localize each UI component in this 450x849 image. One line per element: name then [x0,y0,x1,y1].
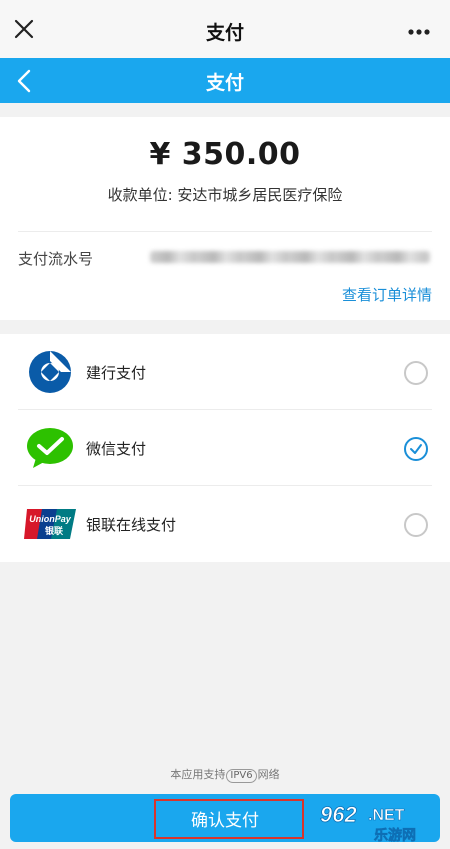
ipv6-support-note: 本应用支持 IPV6 网络 [170,768,280,783]
payment-methods-list: 建行支付 微信支付 UnionPay 银联 银联在线支付 [0,334,450,562]
serial-number-redacted [150,251,430,263]
ccb-logo-icon [29,351,71,393]
more-icon[interactable] [408,29,430,35]
wechat-nav-bar: 支付 [0,0,450,58]
payment-method-label: 微信支付 [86,440,147,458]
svg-text:962: 962 [320,802,357,827]
svg-text:乐游网: 乐游网 [374,827,416,844]
payment-method-wechat[interactable]: 微信支付 [0,410,450,486]
amount-card: ¥ 350.00 收款单位: 安达市城乡居民医疗保险 支付流水号 查看订单详情 [0,117,450,320]
unionpay-logo-icon: UnionPay 银联 [24,509,76,539]
payment-amount: ¥ 350.00 [149,137,301,172]
page-title: 支付 [205,72,244,94]
svg-text:.NET: .NET [368,807,405,824]
svg-text:UnionPay: UnionPay [29,514,72,524]
radio-checked-icon[interactable] [404,437,428,461]
ipv6-badge: IPV6 [226,769,257,783]
radio-unchecked-icon[interactable] [404,513,428,537]
payment-method-label: 银联在线支付 [86,516,177,534]
payment-method-ccb[interactable]: 建行支付 [0,334,450,410]
radio-unchecked-icon[interactable] [404,361,428,385]
site-watermark-logo: 962 .NET 乐游网 [320,802,417,844]
svg-text:银联: 银联 [45,525,64,537]
payment-method-unionpay[interactable]: UnionPay 银联 银联在线支付 [0,486,450,562]
serial-number-label: 支付流水号 [18,250,94,268]
view-order-details-link[interactable]: 查看订单详情 [342,284,432,305]
payee-name: 收款单位: 安达市城乡居民医疗保险 [107,186,343,204]
wechat-pay-icon [27,428,73,468]
payment-method-label: 建行支付 [86,364,147,382]
app-header: 支付 [0,58,450,103]
wechat-title: 支付 [205,22,244,44]
divider [18,231,432,232]
